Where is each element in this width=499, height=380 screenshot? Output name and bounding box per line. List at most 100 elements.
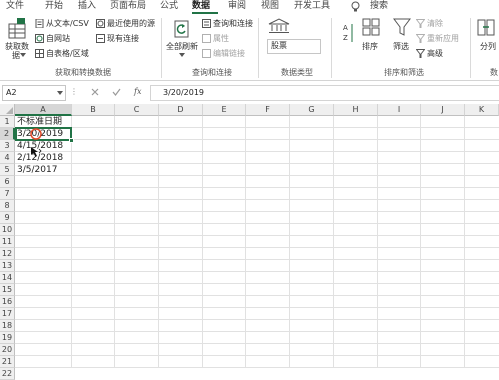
row-header-10[interactable]: 10 [0, 224, 15, 236]
row-header-5[interactable]: 5 [0, 164, 15, 176]
get-data-label-2: 据 [12, 51, 20, 60]
row-header-2[interactable]: 2 [0, 128, 15, 140]
reapply-label: 重新应用 [427, 34, 459, 43]
data-type-value: 股票 [271, 41, 287, 50]
insert-function-button[interactable]: fx [134, 87, 141, 97]
tab-view[interactable]: 视图 [261, 1, 279, 12]
row-header-1[interactable]: 1 [0, 116, 15, 128]
name-box[interactable]: A2 [2, 85, 66, 101]
column-header-j[interactable]: J [421, 104, 465, 116]
group-get-transform-label: 获取和转换数据 [55, 68, 111, 77]
group-separator [470, 18, 471, 78]
column-header-a[interactable]: A [15, 104, 72, 116]
row-header-18[interactable]: 18 [0, 320, 15, 332]
properties-icon [202, 34, 211, 43]
grid-lines [15, 116, 499, 368]
text-to-columns-label: 分列 [480, 42, 496, 51]
tab-home[interactable]: 开始 [45, 1, 63, 12]
database-icon [8, 18, 26, 39]
active-cell-selection [15, 127, 72, 141]
select-all-button[interactable] [0, 104, 15, 116]
row-header-9[interactable]: 9 [0, 212, 15, 224]
split-columns-icon [477, 19, 495, 36]
table-icon [35, 49, 44, 58]
row-header-11[interactable]: 11 [0, 236, 15, 248]
refresh-icon [174, 20, 189, 38]
group-separator [258, 18, 259, 78]
cursor-highlight-icon [30, 128, 42, 140]
tab-page-layout[interactable]: 页面布局 [110, 1, 146, 12]
row-header-13[interactable]: 13 [0, 260, 15, 272]
worksheet-grid: A B C D E F G H I J K 1 2 3 4 5 6 7 8 9 … [0, 104, 499, 380]
search-label: 搜索 [370, 1, 389, 11]
group-sort-filter-label: 排序和筛选 [384, 68, 424, 77]
column-header-e[interactable]: E [203, 104, 246, 116]
row-header-8[interactable]: 8 [0, 200, 15, 212]
cancel-icon[interactable] [91, 88, 99, 96]
tab-data[interactable]: 数据 [192, 1, 210, 12]
chevron-down-icon [20, 53, 26, 57]
column-header-d[interactable]: D [159, 104, 203, 116]
tab-insert[interactable]: 插入 [78, 1, 96, 12]
name-box-value: A2 [6, 88, 17, 97]
row-header-3[interactable]: 3 [0, 140, 15, 152]
recent-sources-label: 最近使用的源 [107, 19, 155, 28]
clock-icon [96, 19, 105, 28]
group-separator [331, 18, 332, 78]
row-header-21[interactable]: 21 [0, 356, 15, 368]
cell-a4[interactable]: 2/12/2018 [15, 152, 72, 164]
row-header-12[interactable]: 12 [0, 248, 15, 260]
row-header-15[interactable]: 15 [0, 284, 15, 296]
reapply-icon [416, 34, 425, 43]
column-header-c[interactable]: C [115, 104, 159, 116]
tab-developer[interactable]: 开发工具 [294, 1, 330, 12]
row-header-17[interactable]: 17 [0, 308, 15, 320]
column-header-g[interactable]: G [290, 104, 334, 116]
tab-file[interactable]: 文件 [6, 1, 24, 12]
group-data-types-label: 数据类型 [281, 68, 313, 77]
bank-icon [268, 18, 290, 33]
ribbon: 获取数 据 从文本/CSV 自网站 自表格/区域 最近使用的源 现有连接 获取和… [0, 14, 499, 81]
lightbulb-icon [351, 1, 360, 12]
row-header-7[interactable]: 7 [0, 188, 15, 200]
tab-formulas[interactable]: 公式 [160, 1, 178, 12]
link-icon [202, 49, 211, 58]
filter-label: 筛选 [393, 42, 409, 51]
column-header-b[interactable]: B [72, 104, 115, 116]
tab-review[interactable]: 审阅 [228, 1, 246, 12]
row-header-20[interactable]: 20 [0, 344, 15, 356]
formula-input[interactable]: 3/20/2019 [150, 85, 499, 101]
chevron-down-icon [179, 53, 185, 57]
fill-handle[interactable] [69, 138, 74, 143]
existing-connections-label: 现有连接 [107, 34, 139, 43]
clear-filter-icon [416, 19, 425, 28]
column-header-i[interactable]: I [378, 104, 421, 116]
web-icon [35, 34, 44, 43]
from-text-csv-label: 从文本/CSV [46, 19, 89, 28]
row-header-6[interactable]: 6 [0, 176, 15, 188]
row-header-4[interactable]: 4 [0, 152, 15, 164]
group-queries-label: 查询和连接 [192, 68, 232, 77]
refresh-all-label: 全部刷新 [166, 42, 198, 51]
sort-label: 排序 [362, 42, 378, 51]
cell-a3[interactable]: 4/15/2018 [15, 140, 72, 152]
column-header-h[interactable]: H [334, 104, 378, 116]
row-header-22[interactable]: 22 [0, 368, 15, 380]
clear-label: 清除 [427, 19, 443, 28]
data-type-gallery[interactable]: 股票 [267, 39, 321, 54]
column-header-f[interactable]: F [246, 104, 290, 116]
row-header-14[interactable]: 14 [0, 272, 15, 284]
group-separator [161, 18, 162, 78]
enter-check-icon[interactable] [112, 88, 121, 96]
sort-icon [362, 18, 380, 36]
svg-text:A: A [343, 24, 348, 32]
row-header-19[interactable]: 19 [0, 332, 15, 344]
connections-icon [96, 34, 105, 43]
chevron-down-icon [57, 91, 63, 95]
column-header-k[interactable]: K [465, 104, 499, 116]
row-header-16[interactable]: 16 [0, 296, 15, 308]
menu-tab-bar: 文件 开始 插入 页面布局 公式 数据 审阅 视图 开发工具 搜索 [0, 0, 499, 14]
move-cursor-icon [31, 147, 42, 157]
select-all-triangle-icon [6, 107, 13, 114]
cell-a5[interactable]: 3/5/2017 [15, 164, 72, 176]
